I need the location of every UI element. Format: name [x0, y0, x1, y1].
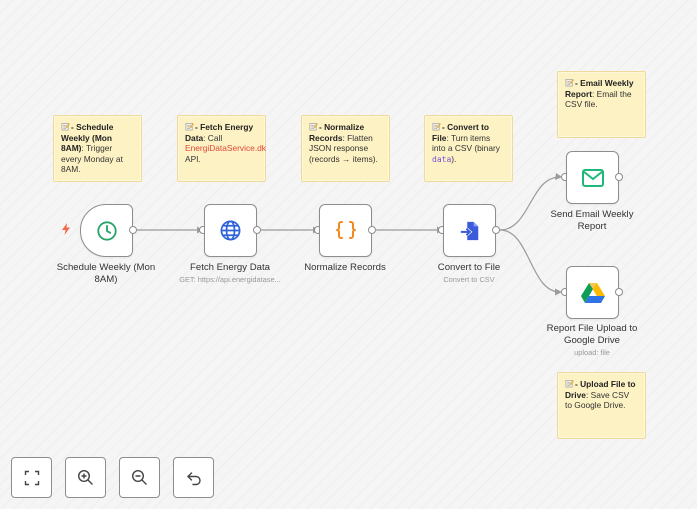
workflow-canvas[interactable]: - Schedule Weekly (Mon 8AM): Trigger eve…	[0, 0, 697, 509]
google-drive-icon	[580, 283, 605, 303]
node-report-file-upload-google-drive[interactable]	[566, 266, 619, 319]
memo-icon	[432, 123, 441, 131]
output-port[interactable]	[615, 288, 623, 296]
lightning-bolt-icon	[61, 223, 71, 238]
undo-icon	[186, 471, 201, 485]
node-subtitle: upload: file	[574, 348, 610, 357]
memo-icon	[61, 123, 70, 131]
note-schedule[interactable]: - Schedule Weekly (Mon 8AM): Trigger eve…	[53, 115, 142, 182]
zoom-in-icon	[77, 469, 93, 485]
node-subtitle: GET: https://api.energidatase...	[179, 275, 281, 284]
note-email[interactable]: - Email Weekly Report: Email the CSV fil…	[557, 71, 646, 138]
memo-icon	[309, 123, 318, 131]
node-label: Convert to File	[437, 262, 501, 273]
node-label: Normalize Records	[304, 262, 386, 273]
memo-icon	[565, 79, 574, 87]
node-normalize-records[interactable]	[319, 204, 372, 257]
output-port[interactable]	[492, 226, 500, 234]
connection-convert-drive	[499, 229, 561, 293]
memo-icon	[185, 123, 194, 131]
globe-icon	[220, 220, 241, 241]
node-fetch-energy-data[interactable]	[204, 204, 257, 257]
output-port[interactable]	[253, 226, 261, 234]
undo-button[interactable]	[173, 457, 214, 498]
node-subtitle: Convert to CSV	[443, 275, 495, 284]
fit-view-icon	[24, 470, 39, 485]
zoom-out-icon	[131, 469, 147, 485]
node-label: Report File Upload to Google Drive	[546, 323, 638, 346]
node-label: Send Email Weekly Report	[550, 209, 634, 232]
output-port[interactable]	[129, 226, 137, 234]
node-convert-to-file[interactable]	[443, 204, 496, 257]
envelope-icon	[581, 168, 604, 187]
zoom-out-button[interactable]	[119, 457, 160, 498]
node-send-email-weekly-report[interactable]	[566, 151, 619, 204]
file-import-icon	[460, 221, 478, 240]
zoom-in-button[interactable]	[65, 457, 106, 498]
node-label: Schedule Weekly (Mon 8AM)	[56, 262, 156, 285]
note-normalize[interactable]: - Normalize Records: Flatten JSON respon…	[301, 115, 390, 182]
output-port[interactable]	[368, 226, 376, 234]
fit-view-button[interactable]	[11, 457, 52, 498]
note-fetch[interactable]: - Fetch Energy Data: Call EnergiDataServ…	[177, 115, 266, 182]
node-schedule-weekly[interactable]	[80, 204, 133, 257]
node-label: Fetch Energy Data	[190, 262, 270, 273]
memo-icon	[565, 380, 574, 388]
curly-braces-icon	[335, 220, 356, 239]
note-convert[interactable]: - Convert to File: Turn items into a CSV…	[424, 115, 513, 182]
clock-icon	[96, 220, 117, 241]
output-port[interactable]	[615, 173, 623, 181]
note-upload[interactable]: - Upload File to Drive: Save CSV to Goog…	[557, 372, 646, 439]
note-link[interactable]: EnergiDataService.dk	[185, 143, 266, 153]
